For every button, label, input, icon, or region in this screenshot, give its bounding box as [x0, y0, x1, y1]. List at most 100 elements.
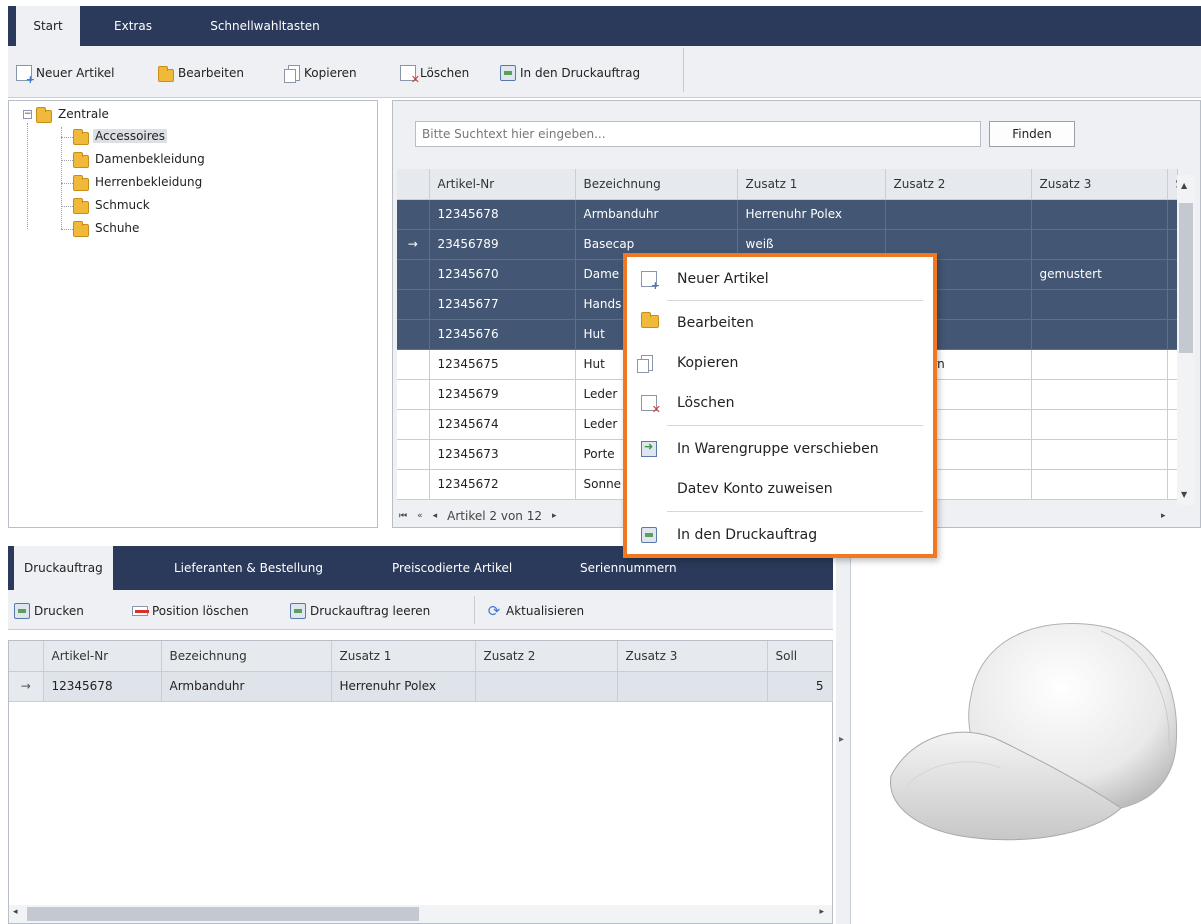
menu-item-move-to-group[interactable]: In Warengruppe verschieben: [627, 431, 933, 467]
scrollbar-thumb[interactable]: [27, 907, 419, 921]
cell-zusatz-3[interactable]: [617, 671, 768, 702]
cell-zusatz-3[interactable]: [1031, 439, 1168, 470]
cell-zusatz-3[interactable]: [1031, 379, 1168, 410]
refresh-button[interactable]: ⟳ Aktualisieren: [486, 600, 584, 622]
cell-zusatz-1[interactable]: Herrenuhr Polex: [331, 671, 476, 702]
cell-zusatz-3[interactable]: [1031, 349, 1168, 380]
cell-artikel-nr[interactable]: 12345678: [429, 199, 576, 230]
scroll-right-icon[interactable]: ▸: [819, 907, 824, 917]
menu-item-print-job[interactable]: In den Druckauftrag: [627, 517, 933, 553]
cell-bezeichnung[interactable]: Armbanduhr: [161, 671, 332, 702]
cell-zusatz-3[interactable]: [1031, 469, 1168, 500]
copy-button[interactable]: Kopieren: [284, 62, 357, 84]
new-article-button[interactable]: Neuer Artikel: [16, 62, 115, 86]
cell-s[interactable]: [1167, 229, 1178, 260]
cell-soll[interactable]: 5: [767, 671, 833, 702]
delete-position-button[interactable]: Position löschen: [132, 600, 249, 622]
column-header-zusatz-1[interactable]: Zusatz 1: [331, 641, 476, 672]
tab-start[interactable]: Start: [16, 6, 80, 48]
print-button[interactable]: Drucken: [14, 600, 84, 622]
table-row[interactable]: 12345678 Armbanduhr Herrenuhr Polex: [397, 199, 1178, 230]
find-button[interactable]: Finden: [989, 121, 1075, 147]
tab-druckauftrag[interactable]: Druckauftrag: [14, 546, 113, 592]
delete-button[interactable]: Löschen: [400, 62, 469, 86]
previous-page-icon[interactable]: «: [417, 511, 423, 521]
scrollbar-thumb[interactable]: [1179, 203, 1193, 353]
menu-item-edit[interactable]: Bearbeiten: [627, 305, 933, 341]
expand-panel-icon[interactable]: ▸: [839, 734, 844, 745]
cell-artikel-nr[interactable]: 12345678: [43, 671, 162, 702]
row-indicator: [397, 349, 430, 380]
tree-node-accessoires[interactable]: Accessoires: [73, 128, 168, 145]
table-row[interactable]: → 12345678 Armbanduhr Herrenuhr Polex 5: [9, 671, 833, 702]
print-job-button[interactable]: In den Druckauftrag: [500, 62, 640, 84]
cell-zusatz-3[interactable]: [1031, 289, 1168, 320]
tree-node-herrenbekleidung[interactable]: Herrenbekleidung: [73, 174, 204, 191]
column-header-zusatz-3[interactable]: Zusatz 3: [1031, 169, 1168, 200]
menu-item-copy[interactable]: Kopieren: [627, 345, 933, 381]
cell-artikel-nr[interactable]: 23456789: [429, 229, 576, 260]
cell-zusatz-2[interactable]: [475, 671, 618, 702]
column-header-zusatz-2[interactable]: Zusatz 2: [475, 641, 618, 672]
cell-zusatz-3[interactable]: [1031, 199, 1168, 230]
menu-item-delete[interactable]: Löschen: [627, 385, 933, 421]
cell-s[interactable]: [1167, 319, 1178, 350]
column-header-zusatz-3[interactable]: Zusatz 3: [617, 641, 768, 672]
cell-artikel-nr[interactable]: 12345672: [429, 469, 576, 500]
column-header-soll[interactable]: Soll: [767, 641, 833, 672]
cell-zusatz-2[interactable]: [885, 199, 1032, 230]
cell-artikel-nr[interactable]: 12345679: [429, 379, 576, 410]
menu-item-new-article[interactable]: Neuer Artikel: [627, 261, 933, 297]
tree-node-schmuck[interactable]: Schmuck: [73, 197, 152, 214]
column-header-artikel-nr[interactable]: Artikel-Nr: [43, 641, 162, 672]
column-header-s[interactable]: S: [1167, 169, 1178, 200]
scroll-left-icon[interactable]: ◂: [13, 907, 18, 917]
first-record-icon[interactable]: ⏮: [399, 511, 407, 521]
panel-splitter[interactable]: ▸: [836, 546, 850, 924]
tree-node-damenbekleidung[interactable]: Damenbekleidung: [73, 151, 207, 168]
cell-s[interactable]: [1167, 259, 1178, 290]
column-header-artikel-nr[interactable]: Artikel-Nr: [429, 169, 576, 200]
scroll-right-icon[interactable]: ▸: [1161, 511, 1166, 521]
cell-s[interactable]: [1167, 379, 1178, 410]
clear-print-job-button[interactable]: Druckauftrag leeren: [290, 600, 430, 622]
column-header-zusatz-2[interactable]: Zusatz 2: [885, 169, 1032, 200]
cell-artikel-nr[interactable]: 12345677: [429, 289, 576, 320]
tab-lieferanten-bestellung[interactable]: Lieferanten & Bestellung: [174, 546, 323, 590]
cell-artikel-nr[interactable]: 12345676: [429, 319, 576, 350]
tab-schnellwahltasten[interactable]: Schnellwahltasten: [190, 6, 340, 46]
column-header-zusatz-1[interactable]: Zusatz 1: [737, 169, 886, 200]
scroll-up-icon[interactable]: ▲: [1181, 181, 1187, 190]
cell-s[interactable]: [1167, 409, 1178, 440]
tree-node-zentrale[interactable]: − Zentrale: [23, 106, 111, 123]
cell-zusatz-3[interactable]: [1031, 409, 1168, 440]
cell-artikel-nr[interactable]: 12345670: [429, 259, 576, 290]
tree-node-schuhe[interactable]: Schuhe: [73, 220, 141, 237]
cell-s[interactable]: [1167, 439, 1178, 470]
tab-extras[interactable]: Extras: [98, 6, 168, 46]
edit-button[interactable]: Bearbeiten: [158, 62, 244, 84]
cell-artikel-nr[interactable]: 12345673: [429, 439, 576, 470]
cell-zusatz-3[interactable]: gemustert: [1031, 259, 1168, 290]
menu-item-datev-account[interactable]: Datev Konto zuweisen: [627, 471, 933, 507]
cell-zusatz-3[interactable]: [1031, 319, 1168, 350]
cell-zusatz-1[interactable]: Herrenuhr Polex: [737, 199, 886, 230]
next-record-icon[interactable]: ▸: [552, 511, 557, 521]
cell-s[interactable]: [1167, 199, 1178, 230]
column-header-bezeichnung[interactable]: Bezeichnung: [161, 641, 332, 672]
cell-zusatz-3[interactable]: [1031, 229, 1168, 260]
tab-preiscodierte-artikel[interactable]: Preiscodierte Artikel: [392, 546, 512, 590]
cell-s[interactable]: [1167, 469, 1178, 500]
vertical-scrollbar[interactable]: ▲ ▼: [1177, 175, 1195, 505]
collapse-icon[interactable]: −: [23, 109, 32, 119]
search-input[interactable]: [415, 121, 981, 147]
scroll-down-icon[interactable]: ▼: [1181, 490, 1187, 499]
cell-bezeichnung[interactable]: Armbanduhr: [575, 199, 738, 230]
previous-record-icon[interactable]: ◂: [433, 511, 438, 521]
horizontal-scrollbar[interactable]: ◂ ▸: [9, 905, 832, 923]
cell-artikel-nr[interactable]: 12345674: [429, 409, 576, 440]
cell-s[interactable]: [1167, 349, 1178, 380]
cell-artikel-nr[interactable]: 12345675: [429, 349, 576, 380]
column-header-bezeichnung[interactable]: Bezeichnung: [575, 169, 738, 200]
cell-s[interactable]: [1167, 289, 1178, 320]
